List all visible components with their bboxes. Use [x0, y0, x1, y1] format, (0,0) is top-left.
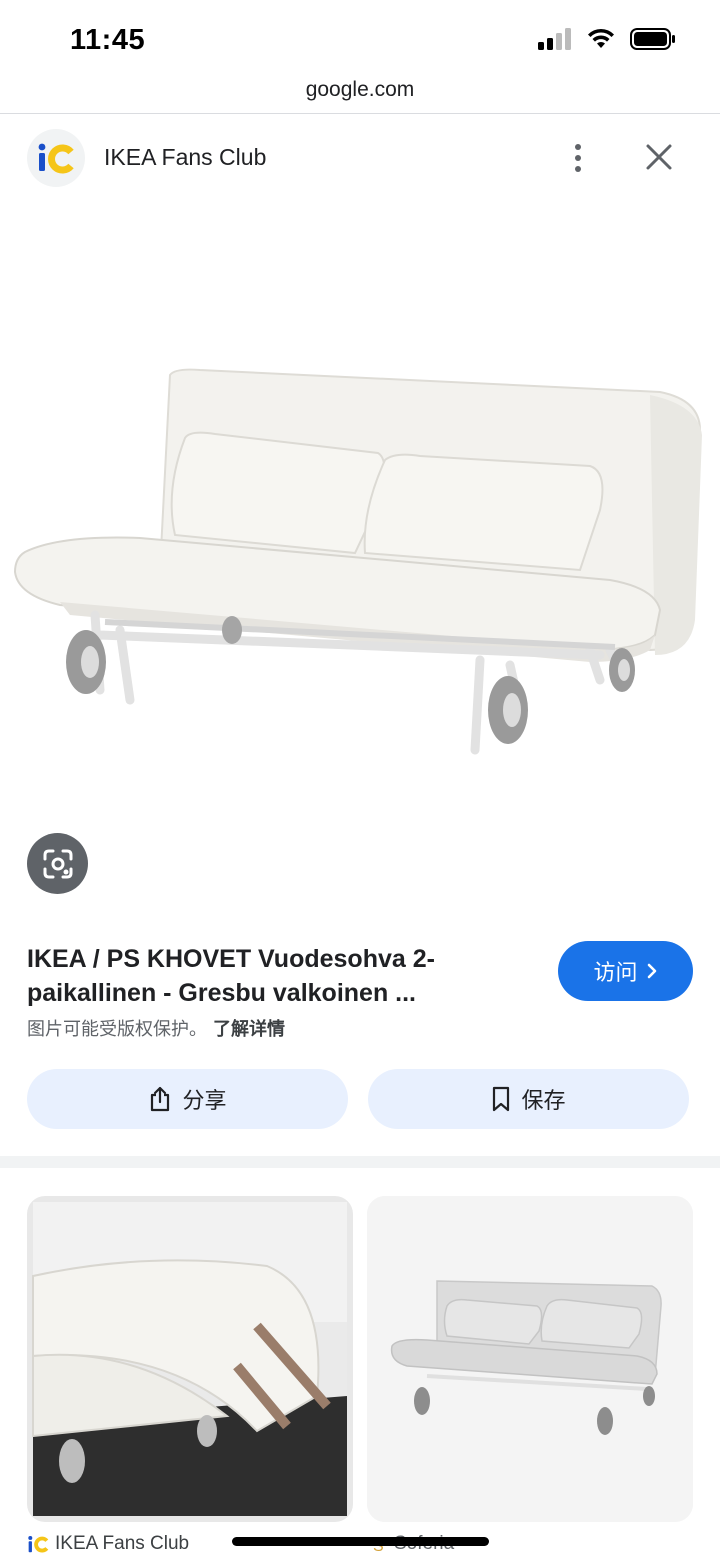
status-time: 11:45	[70, 24, 146, 56]
save-label: 保存	[521, 1088, 566, 1113]
source-header: IKEA Fans Club	[0, 114, 720, 200]
visit-label: 访问	[593, 960, 638, 985]
learn-more-link[interactable]: 了解详情	[213, 1019, 285, 1039]
url-text: google.com	[305, 78, 415, 101]
signal-icon	[538, 28, 571, 50]
visit-button[interactable]: 访问	[558, 941, 693, 1001]
share-button[interactable]: 分享	[27, 1069, 348, 1129]
related-source-label: IKEA Fans Club	[55, 1533, 190, 1554]
more-dot-icon	[575, 144, 581, 150]
main-product-image[interactable]	[0, 210, 720, 810]
url-bar[interactable]: google.com	[0, 70, 720, 114]
more-dot-icon	[575, 166, 581, 172]
more-dot-icon	[575, 155, 581, 161]
save-button[interactable]: 保存	[368, 1069, 689, 1129]
status-icons	[538, 28, 676, 50]
copyright-notice: 图片可能受版权保护。 了解详情	[27, 1015, 285, 1041]
lens-search-button[interactable]	[27, 833, 88, 894]
wifi-icon	[588, 28, 614, 48]
copyright-text: 图片可能受版权保护。	[27, 1019, 207, 1039]
share-label: 分享	[182, 1088, 227, 1113]
source-name[interactable]: IKEA Fans Club	[104, 144, 266, 171]
chevron-right-icon	[647, 963, 656, 979]
related-source[interactable]: IKEA Fans Club	[27, 1533, 189, 1555]
result-title[interactable]: IKEA / PS KHOVET Vuodesohva 2-paikalline…	[27, 942, 527, 1010]
share-icon	[151, 1086, 170, 1112]
related-image-card[interactable]	[367, 1196, 693, 1522]
battery-icon	[630, 28, 675, 50]
related-image	[32, 1202, 347, 1516]
close-icon[interactable]	[638, 136, 680, 178]
related-image	[367, 1196, 693, 1522]
section-divider	[0, 1156, 720, 1168]
ikea-fans-club-logo-icon	[38, 143, 74, 174]
home-indicator[interactable]	[232, 1537, 489, 1546]
status-bar: 11:45	[0, 0, 720, 78]
lens-icon	[43, 849, 72, 878]
related-image-card[interactable]	[27, 1196, 353, 1522]
more-options-button[interactable]	[562, 138, 594, 178]
source-logo[interactable]	[27, 129, 85, 187]
ikea-fans-club-logo-icon	[28, 1535, 49, 1553]
bookmark-icon	[493, 1086, 510, 1112]
